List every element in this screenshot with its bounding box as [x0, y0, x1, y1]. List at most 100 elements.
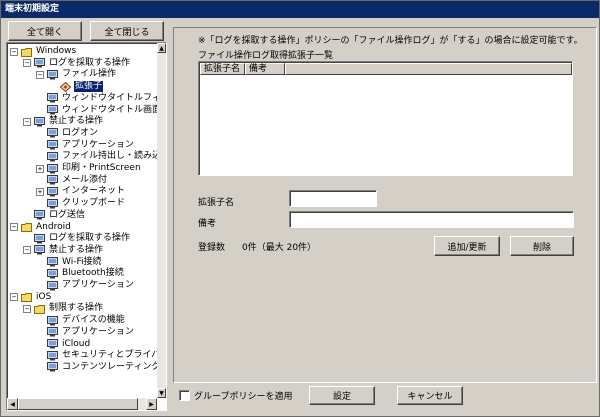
tree-node[interactable]: − 禁止する操作: [23, 116, 104, 127]
scroll-thumb[interactable]: [18, 398, 138, 410]
tree-node-label: ログ送信: [49, 209, 86, 220]
tree-node-label: iCloud: [62, 338, 91, 349]
tree-node-label: アプリケーション: [62, 280, 134, 290]
expand-plus-icon[interactable]: +: [36, 187, 44, 196]
tree-node-label: Android: [36, 221, 71, 232]
settings-tree[interactable]: −Windows−ログを採取する操作−ファイル操作拡張子ウィンドウタイトルフィル…: [6, 42, 167, 411]
tree-node[interactable]: + インターネット: [36, 186, 126, 197]
tree-node-label: メール添付: [62, 174, 108, 185]
tree-node[interactable]: + 印刷・PrintScreen: [36, 163, 142, 174]
tree-node[interactable]: ログオン: [36, 128, 99, 139]
extension-list[interactable]: 拡張子名 備考: [198, 61, 573, 176]
collapse-minus-icon[interactable]: −: [23, 304, 31, 313]
collapse-minus-icon[interactable]: −: [10, 223, 18, 231]
expand-plus-icon[interactable]: +: [36, 164, 44, 173]
tree-node-label: コンテンツレーティング: [62, 361, 161, 372]
add-update-button[interactable]: 追加/更新: [434, 236, 500, 256]
monitor-icon: [47, 280, 58, 290]
group-policy-label[interactable]: グループポリシーを適用: [194, 389, 292, 402]
tree-node[interactable]: − 禁止する操作: [23, 245, 104, 256]
scroll-up-arrow-icon[interactable]: ▲: [157, 43, 166, 53]
collapse-minus-icon[interactable]: −: [23, 246, 31, 255]
extension-list-header: 拡張子名 備考: [200, 63, 572, 75]
tree-node[interactable]: ウィンドウタイトルフィルタ: [36, 93, 166, 104]
scroll-left-arrow-icon[interactable]: ◀: [7, 398, 18, 410]
monitor-icon: [47, 128, 58, 138]
tree-node-label: セキュリティとプライバシー: [62, 350, 167, 361]
tree-node[interactable]: − iOS: [10, 292, 52, 303]
tree-node[interactable]: iCloud: [36, 339, 91, 350]
scroll-right-arrow-icon[interactable]: ▶: [146, 398, 157, 410]
tree-node[interactable]: − Android: [10, 222, 72, 233]
column-memo[interactable]: 備考: [245, 63, 285, 75]
tree-node-label: アプリケーション: [62, 326, 134, 337]
column-filler: [285, 63, 572, 75]
tree-node-label: ファイル操作: [62, 69, 117, 80]
apply-settings-button[interactable]: 設定: [309, 386, 375, 405]
tree-node[interactable]: ログ送信: [23, 210, 86, 221]
tree-node[interactable]: 拡張子: [49, 81, 104, 93]
extension-name-field[interactable]: [289, 190, 377, 207]
memo-label: 備考: [198, 219, 217, 229]
monitor-icon: [47, 350, 58, 361]
monitor-icon: [47, 362, 58, 372]
collapse-minus-icon[interactable]: −: [10, 47, 18, 56]
settings-window: 端末初期設定 全て開く 全て閉じる − Windows − ログを採取する操作 − ファイ…: [0, 0, 600, 417]
group-policy-checkbox[interactable]: [179, 390, 190, 401]
collapse-minus-icon[interactable]: −: [23, 117, 31, 126]
tree-vertical-scrollbar[interactable]: ▲ ▼: [157, 43, 166, 398]
tree-node[interactable]: メール添付: [36, 175, 108, 186]
tree-node[interactable]: コンテンツレーティング: [36, 362, 161, 373]
tree-node[interactable]: − ログを採取する操作: [23, 58, 131, 69]
tree-node[interactable]: クリップボード: [36, 198, 126, 209]
monitor-icon: [47, 151, 58, 162]
folder-icon: [21, 47, 32, 57]
expand-all-button[interactable]: 全て開く: [8, 21, 82, 41]
tree-node-label: Bluetooth接続: [62, 268, 124, 279]
tree-node-label: ログオン: [62, 127, 99, 138]
tree-node[interactable]: ファイル持出し・読み込み: [36, 151, 166, 162]
folder-icon: [34, 304, 45, 314]
tree-node[interactable]: Wi-Fi接続: [36, 257, 102, 268]
monitor-icon: [47, 327, 58, 337]
delete-button[interactable]: 削除: [510, 236, 574, 256]
monitor-icon: [34, 210, 45, 220]
tree-node[interactable]: − Windows: [10, 46, 77, 57]
tree-node[interactable]: セキュリティとプライバシー: [36, 350, 167, 361]
tree-node[interactable]: − 制限する操作: [23, 303, 104, 314]
tree-node[interactable]: ログを採取する操作: [23, 233, 131, 244]
tree-node[interactable]: アプリケーション: [36, 280, 135, 291]
column-extension-name[interactable]: 拡張子名: [200, 63, 245, 75]
tree-node[interactable]: アプリケーション: [36, 140, 135, 151]
collapse-minus-icon[interactable]: −: [10, 293, 18, 302]
collapse-all-button[interactable]: 全て閉じる: [90, 21, 164, 41]
monitor-icon: [34, 116, 45, 127]
collapse-minus-icon[interactable]: −: [23, 59, 31, 68]
folder-icon: [21, 293, 32, 303]
tree-horizontal-scrollbar[interactable]: ◀ ▶: [7, 398, 157, 410]
monitor-icon: [47, 175, 58, 185]
tree-node[interactable]: − ファイル操作: [36, 69, 117, 80]
tree-node[interactable]: ウィンドウタイトル画面キャ: [36, 105, 166, 116]
tree-node[interactable]: Bluetooth接続: [36, 268, 125, 279]
memo-field[interactable]: [289, 211, 574, 228]
collapse-minus-icon[interactable]: −: [36, 70, 44, 79]
tree-node[interactable]: アプリケーション: [36, 327, 135, 338]
tree-node[interactable]: デバイスの機能: [36, 315, 126, 326]
monitor-icon: [47, 257, 58, 267]
extension-list-label: ファイル操作ログ取得拡張子一覧: [198, 51, 334, 61]
cancel-button[interactable]: キャンセル: [397, 386, 463, 405]
tree-node-label: 印刷・PrintScreen: [62, 163, 141, 173]
scroll-down-arrow-icon[interactable]: ▼: [157, 388, 166, 398]
registered-count-label: 登録数: [198, 243, 226, 253]
